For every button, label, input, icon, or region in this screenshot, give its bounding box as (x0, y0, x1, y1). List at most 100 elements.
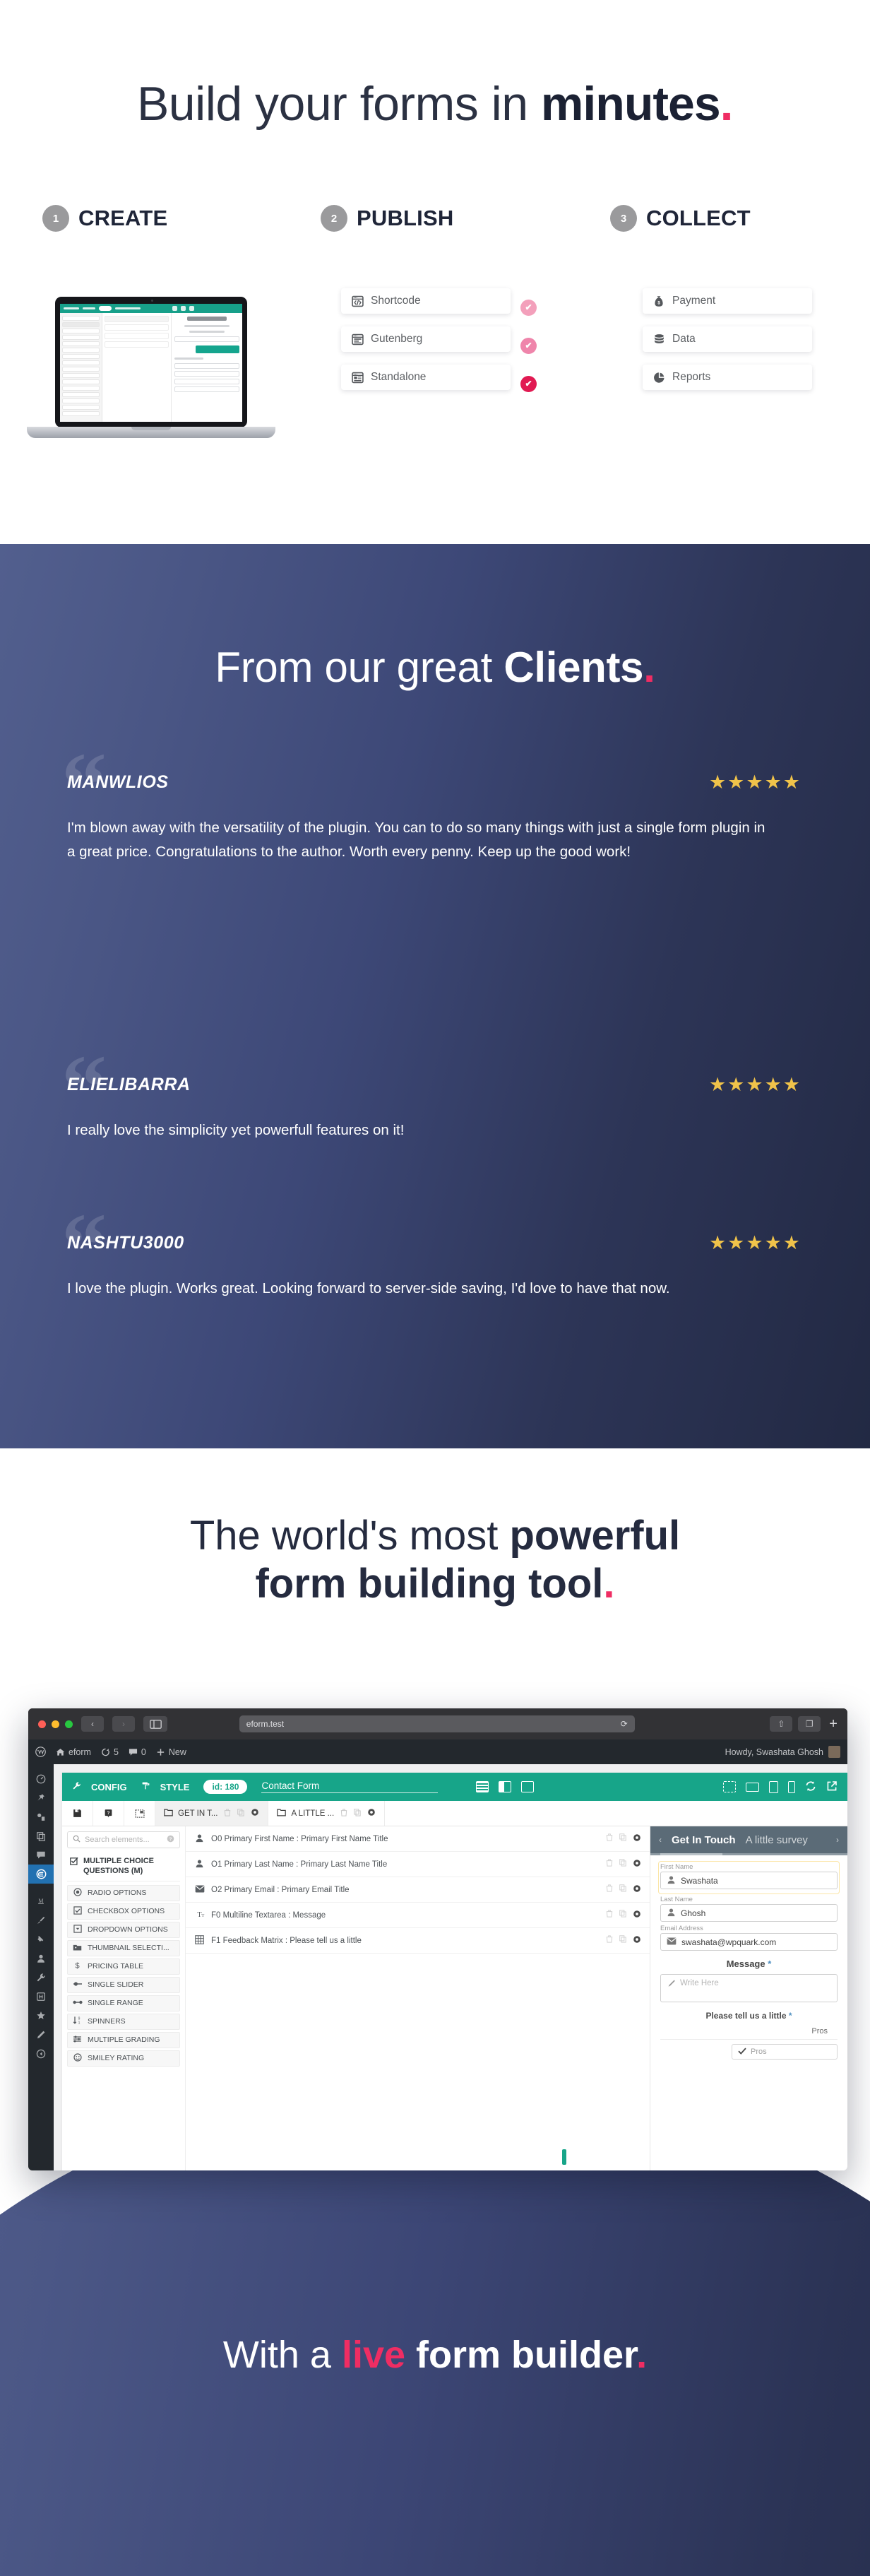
elements-group-header[interactable]: MULTIPLE CHOICE QUESTIONS (M) (67, 1853, 180, 1881)
maximize-window-icon[interactable] (65, 1720, 73, 1728)
field-settings-gear-icon[interactable] (633, 1833, 641, 1844)
preview-prev-arrow[interactable]: ‹ (659, 1835, 662, 1845)
forward-button[interactable]: › (112, 1716, 135, 1732)
search-elements-input[interactable]: Search elements... ? (67, 1831, 180, 1848)
delete-page-icon[interactable] (224, 1808, 231, 1819)
preview-next-arrow[interactable]: › (836, 1835, 839, 1845)
sidebar-item-favorites[interactable] (28, 2006, 54, 2025)
sidebar-item-appearance[interactable] (28, 1910, 54, 1930)
element-item-spinners[interactable]: 91 SPINNERS (67, 2013, 180, 2030)
sidebar-item-eform[interactable] (28, 1865, 54, 1884)
element-item-checkbox[interactable]: CHECKBOX OPTIONS (67, 1903, 180, 1920)
matrix-row-cell[interactable]: Pros (732, 2044, 838, 2060)
element-item-smiley-rating[interactable]: SMILEY RATING (67, 2050, 180, 2067)
duplicate-field-icon[interactable] (619, 1859, 626, 1869)
desktop-preview-icon[interactable] (746, 1782, 759, 1792)
page-settings-gear-icon[interactable] (251, 1808, 259, 1819)
delete-page-icon[interactable] (340, 1808, 347, 1819)
address-bar[interactable]: eform.test ⟳ (239, 1715, 635, 1732)
window-controls[interactable] (38, 1720, 73, 1728)
element-item-dropdown[interactable]: DROPDOWN OPTIONS (67, 1921, 180, 1938)
delete-field-icon[interactable] (606, 1935, 613, 1946)
save-button[interactable] (62, 1801, 93, 1826)
sidebar-item-users[interactable] (28, 1949, 54, 1968)
page-settings-gear-icon[interactable] (367, 1808, 376, 1819)
duplicate-field-icon[interactable] (619, 1910, 626, 1920)
collect-card-reports[interactable]: Reports (643, 365, 812, 390)
sidebar-item-mailchimp[interactable]: M (28, 1891, 54, 1910)
fullscreen-icon[interactable] (723, 1781, 736, 1792)
form-field-row[interactable]: F1 Feedback Matrix : Please tell us a li… (186, 1928, 650, 1954)
element-item-radio[interactable]: RADIO OPTIONS (67, 1884, 180, 1901)
sidebar-item-media[interactable] (28, 1807, 54, 1826)
sidebar-item-settings[interactable] (28, 1987, 54, 2006)
help-circle-icon[interactable]: ? (167, 1835, 174, 1845)
close-window-icon[interactable] (38, 1720, 46, 1728)
tabs-overview-icon[interactable]: ❐ (798, 1716, 821, 1732)
publish-card-standalone[interactable]: Standalone (341, 365, 511, 390)
help-button[interactable]: ? (93, 1801, 124, 1826)
sidebar-toggle-icon[interactable] (143, 1716, 167, 1732)
delete-field-icon[interactable] (606, 1910, 613, 1920)
sidebar-item-pages[interactable] (28, 1826, 54, 1845)
field-settings-gear-icon[interactable] (633, 1935, 641, 1946)
tablet-preview-icon[interactable] (769, 1780, 778, 1793)
element-item-pricing[interactable]: $ PRICING TABLE (67, 1958, 180, 1975)
field-settings-gear-icon[interactable] (633, 1859, 641, 1869)
sidebar-item-posts[interactable] (28, 1788, 54, 1807)
reload-icon[interactable]: ⟳ (621, 1719, 628, 1729)
element-item-single-range[interactable]: SINGLE RANGE (67, 1995, 180, 2011)
preview-tab-inactive[interactable]: A little survey (746, 1834, 808, 1846)
preview-tab-active[interactable]: Get In Touch (672, 1834, 736, 1846)
open-external-icon[interactable] (826, 1780, 838, 1794)
sidebar-item-tools[interactable] (28, 1968, 54, 1987)
wp-account[interactable]: Howdy, Swashata Ghosh (725, 1746, 840, 1758)
email-input[interactable]: swashata@wpquark.com (660, 1933, 838, 1951)
collect-card-payment[interactable]: $ Payment (643, 288, 812, 314)
form-field-row[interactable]: O2 Primary Email : Primary Email Title (186, 1877, 650, 1903)
wp-updates[interactable]: 5 (101, 1747, 119, 1757)
list-view-icon[interactable] (476, 1781, 489, 1792)
last-name-input[interactable]: Ghosh (660, 1904, 838, 1922)
config-button[interactable]: CONFIG (72, 1781, 127, 1792)
element-item-multiple-grading[interactable]: MULTIPLE GRADING (67, 2031, 180, 2048)
refresh-icon[interactable] (805, 1780, 816, 1794)
share-icon[interactable]: ⇧ (770, 1716, 793, 1732)
wordpress-logo-icon[interactable] (35, 1747, 46, 1757)
sidebar-item-plugins[interactable] (28, 1930, 54, 1949)
first-name-input[interactable]: Swashata (660, 1872, 838, 1889)
form-name-input[interactable]: Contact Form (261, 1780, 439, 1793)
message-textarea[interactable]: Write Here (660, 1974, 838, 2002)
split-view-icon[interactable] (499, 1781, 512, 1792)
delete-field-icon[interactable] (606, 1884, 613, 1895)
wp-comments[interactable]: 0 (129, 1747, 146, 1757)
add-section-button[interactable] (124, 1801, 155, 1826)
wp-site-name[interactable]: eform (56, 1747, 91, 1757)
mobile-preview-icon[interactable] (788, 1780, 795, 1793)
style-button[interactable]: STYLE (141, 1781, 189, 1792)
back-button[interactable]: ‹ (81, 1716, 104, 1732)
delete-field-icon[interactable] (606, 1833, 613, 1844)
field-settings-gear-icon[interactable] (633, 1884, 641, 1895)
publish-card-gutenberg[interactable]: Gutenberg (341, 326, 511, 352)
sidebar-item-edit[interactable] (28, 2025, 54, 2044)
single-view-icon[interactable] (521, 1781, 535, 1792)
new-tab-icon[interactable]: + (826, 1716, 838, 1732)
element-item-single-slider[interactable]: SINGLE SLIDER (67, 1976, 180, 1993)
sidebar-item-collapse[interactable] (28, 2044, 54, 2063)
form-page-tab-2[interactable]: A LITTLE ... (268, 1801, 386, 1826)
wp-new-button[interactable]: New (156, 1747, 186, 1757)
duplicate-field-icon[interactable] (619, 1935, 626, 1946)
delete-field-icon[interactable] (606, 1859, 613, 1869)
sidebar-item-dashboard[interactable] (28, 1769, 54, 1788)
duplicate-page-icon[interactable] (354, 1808, 361, 1819)
element-item-thumbnail[interactable]: THUMBNAIL SELECTI... (67, 1939, 180, 1956)
duplicate-field-icon[interactable] (619, 1833, 626, 1844)
form-field-row[interactable]: O0 Primary First Name : Primary First Na… (186, 1826, 650, 1852)
form-field-row[interactable]: TT F0 Multiline Textarea : Message (186, 1903, 650, 1928)
duplicate-field-icon[interactable] (619, 1884, 626, 1895)
collect-card-data[interactable]: Data (643, 326, 812, 352)
duplicate-page-icon[interactable] (237, 1808, 245, 1819)
scroll-indicator[interactable] (562, 2149, 566, 2165)
sidebar-item-comments[interactable] (28, 1845, 54, 1865)
